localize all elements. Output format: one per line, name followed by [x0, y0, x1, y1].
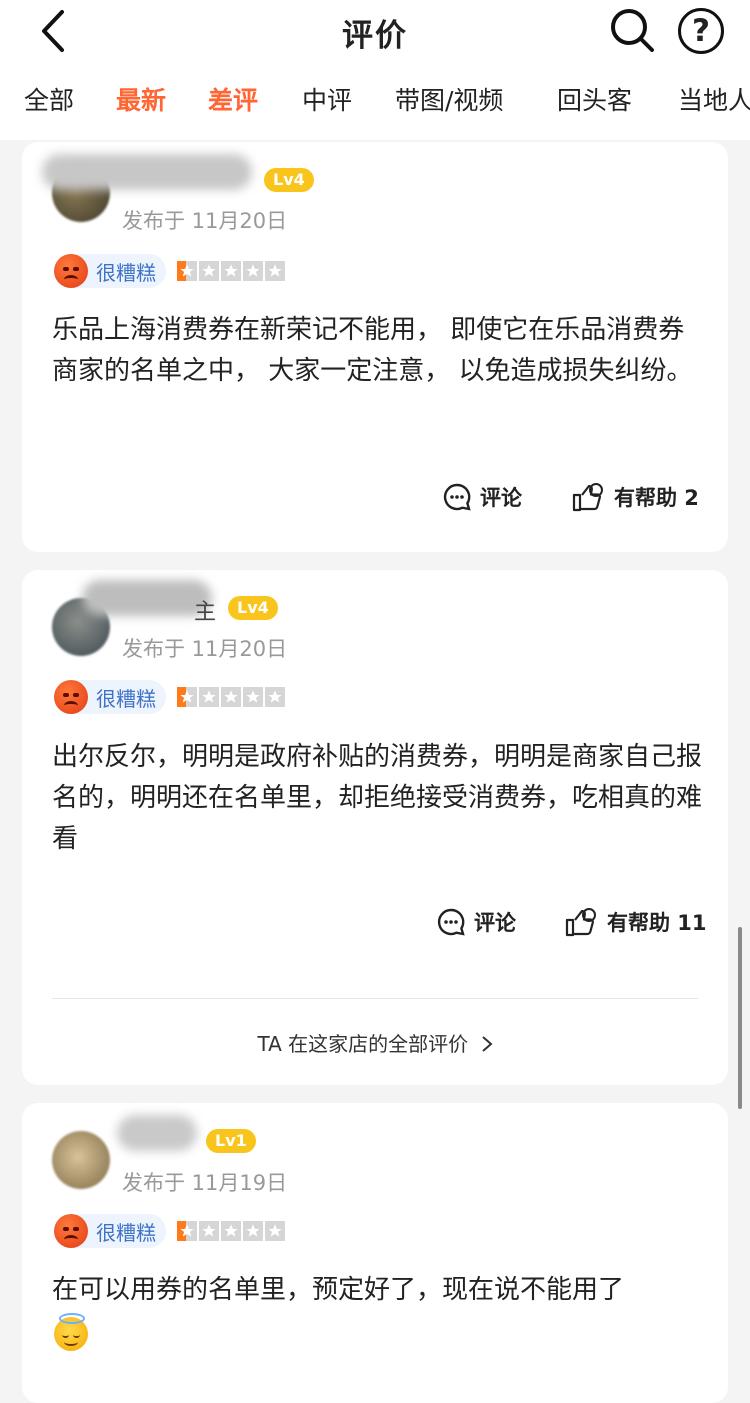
star-icon: [177, 687, 197, 707]
search-icon: [611, 9, 654, 52]
star-rating: [177, 1221, 285, 1241]
review-text[interactable]: 出尔反尔，明明是政府补贴的消费券，明明是商家自己报名的，明明还在名单里，却拒绝接…: [52, 737, 702, 860]
all-reviews-label: TA 在这家店的全部评价: [257, 1032, 469, 1056]
comment-button[interactable]: 评论: [436, 907, 516, 937]
filter-tabs: 全部 最新 差评 中评 带图/视频 回头客 当地人: [0, 83, 750, 123]
tab-negative[interactable]: 差评: [208, 83, 258, 119]
star-icon: [221, 1221, 241, 1241]
star-icon: [221, 261, 241, 281]
review-date: 发布于 11月20日: [122, 209, 288, 233]
review-card: Lv1 发布于 11月19日 很糟糕 在可以用券的名单里，预定好了，现在说不能用…: [22, 1103, 728, 1403]
star-icon: [265, 687, 285, 707]
helpful-button[interactable]: 有帮助 11: [565, 907, 707, 937]
angel-smile-icon: [54, 1313, 88, 1351]
tab-latest[interactable]: 最新: [116, 83, 166, 119]
all-reviews-link[interactable]: TA 在这家店的全部评价: [22, 1028, 728, 1057]
rating-badge: 很糟糕: [54, 680, 166, 714]
comment-icon: [437, 908, 465, 936]
star-icon: [199, 687, 219, 707]
level-badge: Lv4: [264, 168, 314, 192]
username[interactable]: [42, 154, 252, 190]
review-date: 发布于 11月19日: [122, 1171, 288, 1195]
tab-with-media[interactable]: 带图/视频: [395, 83, 503, 119]
scrollbar[interactable]: [738, 927, 742, 1109]
review-card: Lv4 发布于 11月20日 很糟糕 乐品上海消费券在新荣记不能用， 即使它在乐…: [22, 142, 728, 552]
help-button[interactable]: ?: [678, 8, 724, 54]
angry-face-icon: [54, 1214, 88, 1248]
star-icon: [177, 261, 197, 281]
username[interactable]: [117, 1115, 197, 1151]
star-icon: [177, 1221, 197, 1241]
search-button[interactable]: [608, 6, 656, 54]
star-icon: [221, 687, 241, 707]
rating-label: 很糟糕: [96, 260, 156, 285]
username[interactable]: [82, 580, 212, 616]
angry-face-icon: [54, 680, 88, 714]
divider: [52, 998, 698, 999]
star-icon: [199, 1221, 219, 1241]
rating-badge: 很糟糕: [54, 1214, 166, 1248]
star-rating: [177, 687, 285, 707]
helpful-label: 有帮助 2: [614, 486, 699, 510]
rating-label: 很糟糕: [96, 686, 156, 711]
question-icon: ?: [692, 13, 710, 49]
review-card: 主 Lv4 发布于 11月20日 很糟糕 出尔反尔，明明是政府补贴的消费券，明明…: [22, 570, 728, 1085]
tab-returning[interactable]: 回头客: [557, 83, 632, 119]
angry-face-icon: [54, 254, 88, 288]
star-icon: [243, 261, 263, 281]
thumb-icon: [572, 483, 603, 512]
tab-locals[interactable]: 当地人: [678, 83, 750, 119]
star-icon: [265, 261, 285, 281]
helpful-button[interactable]: 有帮助 2: [572, 482, 699, 512]
top-bar: 评价 ? 全部 最新 差评 中评 带图/视频 回头客 当地人: [0, 0, 750, 140]
level-badge: Lv1: [206, 1129, 256, 1153]
star-rating: [177, 261, 285, 281]
helpful-label: 有帮助 11: [607, 911, 707, 935]
star-icon: [243, 1221, 263, 1241]
star-icon: [265, 1221, 285, 1241]
comment-label: 评论: [474, 911, 516, 935]
review-text[interactable]: 在可以用券的名单里，预定好了，现在说不能用了: [52, 1270, 702, 1311]
comment-label: 评论: [480, 486, 522, 510]
thumb-icon: [565, 908, 596, 937]
tab-neutral[interactable]: 中评: [302, 83, 352, 119]
rating-label: 很糟糕: [96, 1220, 156, 1245]
star-icon: [243, 687, 263, 707]
tab-all[interactable]: 全部: [24, 83, 74, 119]
avatar[interactable]: [52, 1131, 110, 1189]
star-icon: [199, 261, 219, 281]
level-badge: Lv4: [228, 596, 278, 620]
comment-icon: [443, 483, 471, 511]
comment-button[interactable]: 评论: [442, 482, 522, 512]
review-text[interactable]: 乐品上海消费券在新荣记不能用， 即使它在乐品消费券商家的名单之中， 大家一定注意…: [52, 310, 702, 392]
chevron-right-icon: [481, 1036, 493, 1052]
rating-badge: 很糟糕: [54, 254, 166, 288]
review-date: 发布于 11月20日: [122, 637, 288, 661]
username-visible: 主: [194, 600, 217, 625]
